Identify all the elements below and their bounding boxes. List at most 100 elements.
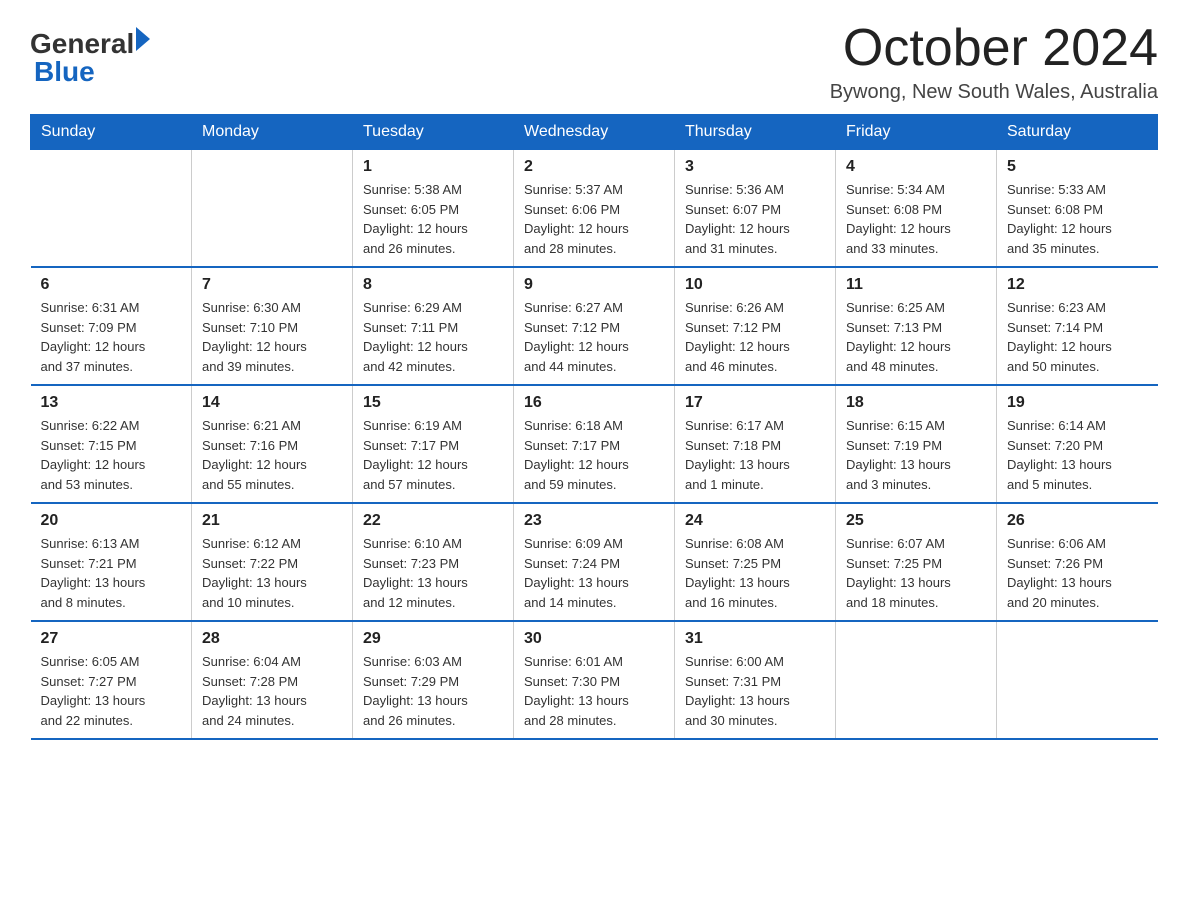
- day-info: Sunrise: 6:12 AMSunset: 7:22 PMDaylight:…: [202, 534, 342, 612]
- day-number: 27: [41, 630, 182, 648]
- week-row-5: 27Sunrise: 6:05 AMSunset: 7:27 PMDayligh…: [31, 621, 1158, 739]
- day-info: Sunrise: 6:18 AMSunset: 7:17 PMDaylight:…: [524, 416, 664, 494]
- day-number: 19: [1007, 394, 1148, 412]
- calendar-cell: 8 Sunrise: 6:29 AMSunset: 7:11 PMDaylight…: [353, 267, 514, 385]
- day-info: Sunrise: 6:03 AMSunset: 7:29 PMDaylight:…: [363, 652, 503, 730]
- calendar-cell: 9 Sunrise: 6:27 AMSunset: 7:12 PMDaylight…: [514, 267, 675, 385]
- day-number: 16: [524, 394, 664, 412]
- header-row: SundayMondayTuesdayWednesdayThursdayFrid…: [31, 115, 1158, 150]
- day-info: Sunrise: 6:04 AMSunset: 7:28 PMDaylight:…: [202, 652, 342, 730]
- calendar-cell: 30Sunrise: 6:01 AMSunset: 7:30 PMDayligh…: [514, 621, 675, 739]
- day-number: 23: [524, 512, 664, 530]
- calendar-cell: 5 Sunrise: 5:33 AMSunset: 6:08 PMDaylight…: [997, 150, 1158, 268]
- week-row-1: 1 Sunrise: 5:38 AMSunset: 6:05 PMDaylight…: [31, 150, 1158, 268]
- day-info: Sunrise: 6:00 AMSunset: 7:31 PMDaylight:…: [685, 652, 825, 730]
- day-info: Sunrise: 5:34 AMSunset: 6:08 PMDaylight:…: [846, 180, 986, 258]
- day-info: Sunrise: 5:33 AMSunset: 6:08 PMDaylight:…: [1007, 180, 1148, 258]
- day-info: Sunrise: 6:01 AMSunset: 7:30 PMDaylight:…: [524, 652, 664, 730]
- month-title: October 2024: [830, 20, 1158, 77]
- day-number: 14: [202, 394, 342, 412]
- logo-arrow-icon: [136, 27, 150, 51]
- day-number: 3: [685, 158, 825, 176]
- day-number: 4: [846, 158, 986, 176]
- day-info: Sunrise: 6:27 AMSunset: 7:12 PMDaylight:…: [524, 298, 664, 376]
- calendar-table: SundayMondayTuesdayWednesdayThursdayFrid…: [30, 114, 1158, 740]
- day-number: 5: [1007, 158, 1148, 176]
- logo-blue-text: Blue: [34, 58, 150, 86]
- day-number: 6: [41, 276, 182, 294]
- day-number: 2: [524, 158, 664, 176]
- day-number: 13: [41, 394, 182, 412]
- day-info: Sunrise: 5:37 AMSunset: 6:06 PMDaylight:…: [524, 180, 664, 258]
- day-info: Sunrise: 6:21 AMSunset: 7:16 PMDaylight:…: [202, 416, 342, 494]
- calendar-cell: 27Sunrise: 6:05 AMSunset: 7:27 PMDayligh…: [31, 621, 192, 739]
- day-info: Sunrise: 6:23 AMSunset: 7:14 PMDaylight:…: [1007, 298, 1148, 376]
- logo-general-text: General: [30, 30, 134, 58]
- calendar-header: SundayMondayTuesdayWednesdayThursdayFrid…: [31, 115, 1158, 150]
- calendar-body: 1 Sunrise: 5:38 AMSunset: 6:05 PMDaylight…: [31, 150, 1158, 740]
- day-info: Sunrise: 6:19 AMSunset: 7:17 PMDaylight:…: [363, 416, 503, 494]
- day-number: 10: [685, 276, 825, 294]
- calendar-cell: 11 Sunrise: 6:25 AMSunset: 7:13 PMDayligh…: [836, 267, 997, 385]
- day-info: Sunrise: 6:09 AMSunset: 7:24 PMDaylight:…: [524, 534, 664, 612]
- day-info: Sunrise: 6:06 AMSunset: 7:26 PMDaylight:…: [1007, 534, 1148, 612]
- calendar-cell: 29 Sunrise: 6:03 AMSunset: 7:29 PMDayligh…: [353, 621, 514, 739]
- day-number: 26: [1007, 512, 1148, 530]
- day-number: 29: [363, 630, 503, 648]
- day-number: 1: [363, 158, 503, 176]
- day-info: Sunrise: 6:30 AMSunset: 7:10 PMDaylight:…: [202, 298, 342, 376]
- header-cell-sunday: Sunday: [31, 115, 192, 150]
- day-number: 25: [846, 512, 986, 530]
- calendar-cell: 28Sunrise: 6:04 AMSunset: 7:28 PMDayligh…: [192, 621, 353, 739]
- day-number: 7: [202, 276, 342, 294]
- day-info: Sunrise: 6:13 AMSunset: 7:21 PMDaylight:…: [41, 534, 182, 612]
- day-number: 8: [363, 276, 503, 294]
- day-info: Sunrise: 6:10 AMSunset: 7:23 PMDaylight:…: [363, 534, 503, 612]
- calendar-cell: 7 Sunrise: 6:30 AMSunset: 7:10 PMDaylight…: [192, 267, 353, 385]
- day-number: 18: [846, 394, 986, 412]
- day-number: 21: [202, 512, 342, 530]
- day-number: 22: [363, 512, 503, 530]
- calendar-cell: 26 Sunrise: 6:06 AMSunset: 7:26 PMDayligh…: [997, 503, 1158, 621]
- day-info: Sunrise: 6:07 AMSunset: 7:25 PMDaylight:…: [846, 534, 986, 612]
- day-number: 12: [1007, 276, 1148, 294]
- calendar-cell: 18 Sunrise: 6:15 AMSunset: 7:19 PMDayligh…: [836, 385, 997, 503]
- calendar-cell: 4 Sunrise: 5:34 AMSunset: 6:08 PMDaylight…: [836, 150, 997, 268]
- calendar-cell: 13Sunrise: 6:22 AMSunset: 7:15 PMDayligh…: [31, 385, 192, 503]
- day-info: Sunrise: 5:38 AMSunset: 6:05 PMDaylight:…: [363, 180, 503, 258]
- calendar-cell: 6Sunrise: 6:31 AMSunset: 7:09 PMDaylight…: [31, 267, 192, 385]
- day-info: Sunrise: 6:17 AMSunset: 7:18 PMDaylight:…: [685, 416, 825, 494]
- calendar-cell: 21 Sunrise: 6:12 AMSunset: 7:22 PMDayligh…: [192, 503, 353, 621]
- day-info: Sunrise: 6:29 AMSunset: 7:11 PMDaylight:…: [363, 298, 503, 376]
- day-number: 24: [685, 512, 825, 530]
- calendar-cell: 14 Sunrise: 6:21 AMSunset: 7:16 PMDayligh…: [192, 385, 353, 503]
- week-row-4: 20Sunrise: 6:13 AMSunset: 7:21 PMDayligh…: [31, 503, 1158, 621]
- calendar-cell: 31Sunrise: 6:00 AMSunset: 7:31 PMDayligh…: [675, 621, 836, 739]
- location-title: Bywong, New South Wales, Australia: [830, 81, 1158, 104]
- day-info: Sunrise: 6:08 AMSunset: 7:25 PMDaylight:…: [685, 534, 825, 612]
- calendar-cell: 23 Sunrise: 6:09 AMSunset: 7:24 PMDayligh…: [514, 503, 675, 621]
- header-cell-monday: Monday: [192, 115, 353, 150]
- calendar-cell: [997, 621, 1158, 739]
- page-header: General Blue October 2024 Bywong, New So…: [30, 20, 1158, 104]
- calendar-cell: 10Sunrise: 6:26 AMSunset: 7:12 PMDayligh…: [675, 267, 836, 385]
- calendar-cell: 1 Sunrise: 5:38 AMSunset: 6:05 PMDaylight…: [353, 150, 514, 268]
- calendar-cell: 17 Sunrise: 6:17 AMSunset: 7:18 PMDayligh…: [675, 385, 836, 503]
- week-row-3: 13Sunrise: 6:22 AMSunset: 7:15 PMDayligh…: [31, 385, 1158, 503]
- day-info: Sunrise: 6:25 AMSunset: 7:13 PMDaylight:…: [846, 298, 986, 376]
- calendar-cell: 12 Sunrise: 6:23 AMSunset: 7:14 PMDayligh…: [997, 267, 1158, 385]
- day-info: Sunrise: 6:14 AMSunset: 7:20 PMDaylight:…: [1007, 416, 1148, 494]
- calendar-cell: 3Sunrise: 5:36 AMSunset: 6:07 PMDaylight…: [675, 150, 836, 268]
- calendar-cell: 22 Sunrise: 6:10 AMSunset: 7:23 PMDayligh…: [353, 503, 514, 621]
- header-cell-friday: Friday: [836, 115, 997, 150]
- calendar-cell: 15 Sunrise: 6:19 AMSunset: 7:17 PMDayligh…: [353, 385, 514, 503]
- day-number: 9: [524, 276, 664, 294]
- calendar-cell: [836, 621, 997, 739]
- day-number: 15: [363, 394, 503, 412]
- calendar-cell: 20Sunrise: 6:13 AMSunset: 7:21 PMDayligh…: [31, 503, 192, 621]
- calendar-cell: [192, 150, 353, 268]
- header-cell-saturday: Saturday: [997, 115, 1158, 150]
- day-info: Sunrise: 6:15 AMSunset: 7:19 PMDaylight:…: [846, 416, 986, 494]
- day-number: 11: [846, 276, 986, 294]
- day-number: 17: [685, 394, 825, 412]
